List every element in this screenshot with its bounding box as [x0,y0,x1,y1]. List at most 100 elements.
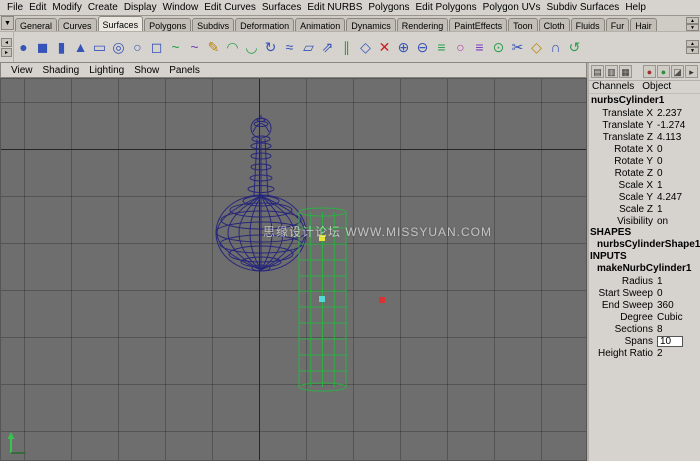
shelf-next-icon[interactable]: ▸ [1,48,12,57]
shelf-tab-animation[interactable]: Animation [295,18,345,31]
channel-value-end-sweep[interactable]: 360 [657,300,695,311]
cv-marker-red[interactable] [379,297,385,303]
viewport-canvas[interactable]: 思缘设计论坛 WWW.MISSYUAN.COM [0,78,587,461]
shelf-icon-revolve[interactable]: ↻ [261,34,280,61]
speed-fast-icon[interactable]: ● [657,65,670,78]
channel-value-rotate-z[interactable]: 0 [657,168,695,179]
channel-value-scale-x[interactable]: 1 [657,180,695,191]
shelf-icon-planar[interactable]: ▱ [299,34,318,61]
menu-polygons[interactable]: Polygons [365,2,412,13]
panel-menu-shading[interactable]: Shading [38,65,85,76]
shelf-icon-cv-curve-tool[interactable]: ~ [166,34,185,61]
shelf-icon-nurbs-sphere[interactable]: ● [14,34,33,61]
shelf-icon-loft[interactable]: ≈ [280,34,299,61]
shelf-icon-booleans[interactable]: ∩ [546,34,565,61]
shelf-tab-surfaces[interactable]: Surfaces [98,16,144,31]
channels-menu[interactable]: Channels [592,81,634,93]
object-menu[interactable]: Object [642,81,671,93]
shelf-tab-hair[interactable]: Hair [630,18,657,31]
panel-menu-panels[interactable]: Panels [164,65,205,76]
shelf-icon-rebuild-surfaces[interactable]: ↺ [565,34,584,61]
selected-node-title[interactable]: nurbsCylinder1 [589,94,700,107]
channel-options-icon[interactable]: ▸ [685,65,698,78]
channel-value-scale-y[interactable]: 4.247 [657,192,695,203]
menu-help[interactable]: Help [622,2,649,13]
channel-value-rotate-y[interactable]: 0 [657,156,695,167]
shelf-tab-fur[interactable]: Fur [606,18,630,31]
menu-edit-polygons[interactable]: Edit Polygons [413,2,480,13]
menu-edit-nurbs[interactable]: Edit NURBS [304,2,365,13]
wireframe-model[interactable] [216,115,306,271]
menu-edit-curves[interactable]: Edit Curves [201,2,259,13]
channel-value-degree[interactable]: Cubic [657,312,695,323]
panel-menu-lighting[interactable]: Lighting [84,65,129,76]
shelf-tab-toon[interactable]: Toon [508,18,538,31]
channel-paint-icon[interactable]: ◪ [671,65,684,78]
shelf-icon-insert-isoparms[interactable]: ≡ [470,34,489,61]
menu-create[interactable]: Create [85,2,121,13]
shelf-tab-curves[interactable]: Curves [58,18,97,31]
channel-value-spans[interactable]: 10 [657,336,683,347]
channel-value-translate-z[interactable]: 4.113 [657,132,695,143]
shelf-icon-untrim[interactable]: ◇ [527,34,546,61]
channel-layout-narrow-icon[interactable]: ▤ [591,65,604,78]
channel-value-rotate-x[interactable]: 0 [657,144,695,155]
shelf-tab-fluids[interactable]: Fluids [571,18,605,31]
shelf-tab-menu-button[interactable]: ▼ [1,16,14,30]
shelf-icon-arc-two-point[interactable]: ◡ [242,34,261,61]
shelf-tab-painteffects[interactable]: PaintEffects [449,18,507,31]
channel-layout-stack-icon[interactable]: ▦ [619,65,632,78]
channel-value-scale-z[interactable]: 1 [657,204,695,215]
cv-marker-cyan[interactable] [319,296,325,302]
shelf-icon-open-close-surfaces[interactable]: ○ [451,34,470,61]
menu-surfaces[interactable]: Surfaces [259,2,304,13]
channel-value-visibility[interactable]: on [657,216,695,227]
shelf-icon-extrude[interactable]: ⇗ [318,34,337,61]
shelf-tab-rendering[interactable]: Rendering [397,18,449,31]
menu-window[interactable]: Window [160,2,202,13]
speed-slow-icon[interactable]: ● [643,65,656,78]
menu-display[interactable]: Display [121,2,160,13]
menu-edit[interactable]: Edit [26,2,49,13]
shelf-icon-nurbs-plane[interactable]: ▭ [90,34,109,61]
channel-value-radius[interactable]: 1 [657,276,695,287]
shelf-scroll-up-icon[interactable]: ▲ [686,40,699,47]
input-node-name[interactable]: makeNurbCylinder1 [589,263,700,275]
shelf-tab-general[interactable]: General [15,18,57,31]
shelf-icon-ep-curve-tool[interactable]: ~ [185,34,204,61]
shelf-icon-nurbs-cone[interactable]: ▲ [71,34,90,61]
channel-layout-wide-icon[interactable]: ▥ [605,65,618,78]
channel-value-translate-x[interactable]: 2.237 [657,108,695,119]
shelf-tab-polygons[interactable]: Polygons [144,18,191,31]
shelf-tab-subdivs[interactable]: Subdivs [192,18,234,31]
shelf-tab-cloth[interactable]: Cloth [539,18,570,31]
panel-menu-show[interactable]: Show [129,65,164,76]
panel-menu-view[interactable]: View [6,65,38,76]
shelf-icon-pencil-curve-tool[interactable]: ✎ [204,34,223,61]
shelf-icon-nurbs-torus[interactable]: ◎ [109,34,128,61]
shelf-icon-delete-surface[interactable]: ✕ [375,34,394,61]
shelf-icon-nurbs-cylinder[interactable]: ▮ [52,34,71,61]
menu-modify[interactable]: Modify [49,2,84,13]
shelf-icon-detach-surfaces[interactable]: ⊖ [413,34,432,61]
channel-value-translate-y[interactable]: -1.274 [657,120,695,131]
channel-value-start-sweep[interactable]: 0 [657,288,695,299]
shelf-prev-icon[interactable]: ◂ [1,38,12,47]
shelf-scroll-down-icon[interactable]: ▼ [686,47,699,54]
shelf-icon-attach-surfaces[interactable]: ⊕ [394,34,413,61]
shelf-tab-deformation[interactable]: Deformation [235,18,294,31]
channel-value-sections[interactable]: 8 [657,324,695,335]
menu-polygon-uvs[interactable]: Polygon UVs [480,2,544,13]
shelf-icon-trim-tool[interactable]: ✂ [508,34,527,61]
shelf-icon-birail[interactable]: ∥ [337,34,356,61]
menu-file[interactable]: File [4,2,26,13]
shelf-icon-nurbs-square[interactable]: ◻ [147,34,166,61]
shelf-icon-nurbs-circle[interactable]: ○ [128,34,147,61]
channel-value-height-ratio[interactable]: 2 [657,348,695,359]
shelf-icon-align-surfaces[interactable]: ≡ [432,34,451,61]
shelf-icon-project-curve[interactable]: ⊙ [489,34,508,61]
shelf-tab-dynamics[interactable]: Dynamics [346,18,396,31]
shape-node-name[interactable]: nurbsCylinderShape1 [589,239,700,251]
shelf-icon-boundary[interactable]: ◇ [356,34,375,61]
shelf-icon-nurbs-cube[interactable]: ◼ [33,34,52,61]
